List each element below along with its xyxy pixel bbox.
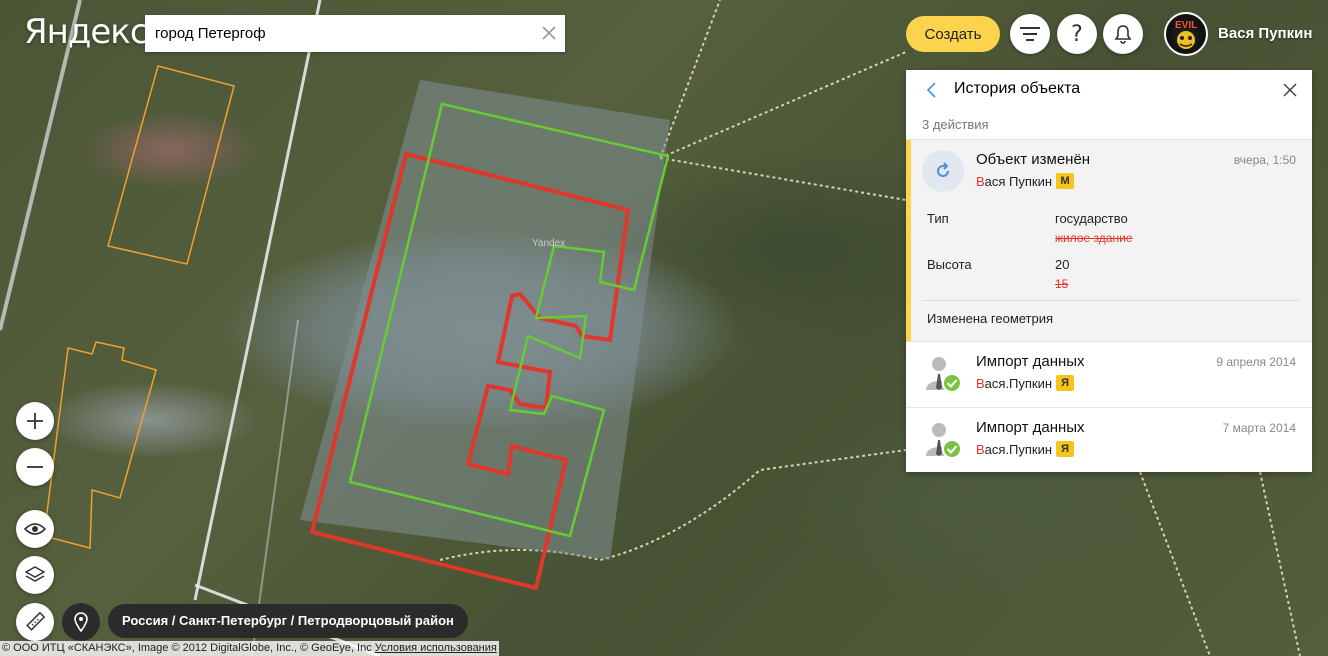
attr-row-type: Тип государство жилое здание bbox=[922, 207, 1300, 253]
user-name-rest: ася Пупкин bbox=[984, 173, 1053, 189]
user-initial: В bbox=[976, 441, 985, 457]
actions-count: 3 действия bbox=[906, 110, 1312, 140]
entry-icon bbox=[922, 150, 964, 192]
import-user-icon bbox=[922, 352, 964, 394]
attr-old-value: жилое здание bbox=[1055, 231, 1133, 245]
minus-icon bbox=[27, 466, 43, 468]
layers-icon bbox=[25, 566, 45, 582]
search-input[interactable] bbox=[145, 15, 525, 52]
ruler-button[interactable] bbox=[16, 603, 54, 641]
panel-header: История объекта bbox=[906, 70, 1312, 110]
entry-date: 9 апреля 2014 bbox=[1216, 355, 1296, 369]
attr-new-value: государство bbox=[1055, 211, 1128, 226]
object-history-panel: История объекта 3 действия Объект изменё… bbox=[906, 70, 1312, 472]
eye-icon bbox=[24, 523, 46, 535]
notifications-button[interactable] bbox=[1103, 14, 1143, 54]
location-button[interactable] bbox=[62, 603, 100, 641]
user-badge: Я bbox=[1056, 441, 1075, 457]
pin-icon bbox=[74, 612, 88, 632]
changed-attributes: Тип государство жилое здание Высота 20 1… bbox=[922, 207, 1300, 299]
user-name[interactable]: Вася Пупкин bbox=[1218, 25, 1312, 42]
copyright-bar: © ООО ИТЦ «СКАНЭКС», Image © 2012 Digita… bbox=[0, 641, 499, 656]
question-icon: ? bbox=[1071, 21, 1083, 47]
filter-icon bbox=[1020, 27, 1040, 41]
help-button[interactable]: ? bbox=[1057, 14, 1097, 54]
zoom-in-button[interactable] bbox=[16, 402, 54, 440]
create-button[interactable]: Создать bbox=[906, 16, 1000, 52]
attr-new-value: 20 bbox=[1055, 257, 1070, 272]
map-watermark: Yandex bbox=[532, 238, 565, 249]
user-initial: В bbox=[976, 173, 985, 189]
entry-date: 7 марта 2014 bbox=[1222, 421, 1296, 435]
attr-key: Высота bbox=[927, 257, 972, 272]
entry-user[interactable]: Вася.Пупкин Я bbox=[976, 375, 1075, 391]
user-name-rest: ася.Пупкин bbox=[984, 375, 1053, 391]
attr-row-height: Высота 20 15 bbox=[922, 253, 1300, 299]
entry-user[interactable]: Вася.Пупкин Я bbox=[976, 441, 1075, 457]
plus-icon bbox=[27, 413, 43, 429]
import-user-icon bbox=[922, 418, 964, 460]
copyright-text: © ООО ИТЦ «СКАНЭКС», Image © 2012 Digita… bbox=[2, 642, 372, 654]
clear-search-icon[interactable] bbox=[541, 25, 557, 41]
entry-title: Объект изменён bbox=[976, 151, 1091, 168]
zoom-out-button[interactable] bbox=[16, 448, 54, 486]
history-entry[interactable]: Импорт данных Вася.Пупкин Я 9 апреля 201… bbox=[906, 342, 1312, 408]
back-icon[interactable] bbox=[926, 81, 936, 104]
attr-old-value: 15 bbox=[1055, 277, 1069, 291]
search-box[interactable] bbox=[145, 15, 565, 52]
geometry-changed-note: Изменена геометрия bbox=[922, 300, 1300, 326]
entry-date: вчера, 1:50 bbox=[1233, 153, 1296, 167]
user-badge: Я bbox=[1056, 375, 1075, 391]
history-entry[interactable]: Объект изменён Вася Пупкин М вчера, 1:50… bbox=[906, 140, 1312, 342]
ruler-icon bbox=[26, 612, 45, 631]
panel-title: История объекта bbox=[954, 80, 1081, 97]
user-initial: В bbox=[976, 375, 985, 391]
filter-button[interactable] bbox=[1010, 14, 1050, 54]
attr-key: Тип bbox=[927, 211, 949, 226]
bell-icon bbox=[1114, 25, 1132, 44]
svg-text:EVIL: EVIL bbox=[1175, 20, 1197, 31]
undo-icon bbox=[937, 162, 949, 177]
entry-title: Импорт данных bbox=[976, 353, 1085, 370]
entry-title: Импорт данных bbox=[976, 419, 1085, 436]
user-badge: М bbox=[1056, 173, 1075, 189]
user-name-rest: ася.Пупкин bbox=[984, 441, 1053, 457]
yandex-logo[interactable]: Яндекс bbox=[24, 12, 149, 52]
layers-button[interactable] bbox=[16, 556, 54, 594]
location-breadcrumb[interactable]: Россия / Санкт-Петербург / Петродворцовы… bbox=[108, 604, 468, 638]
visibility-button[interactable] bbox=[16, 510, 54, 548]
history-entry[interactable]: Импорт данных Вася.Пупкин Я 7 марта 2014 bbox=[906, 408, 1312, 473]
avatar[interactable]: EVIL bbox=[1164, 12, 1208, 56]
close-icon[interactable] bbox=[1282, 82, 1298, 103]
terms-link[interactable]: Условия использования bbox=[375, 642, 497, 654]
entry-user[interactable]: Вася Пупкин М bbox=[976, 173, 1075, 189]
